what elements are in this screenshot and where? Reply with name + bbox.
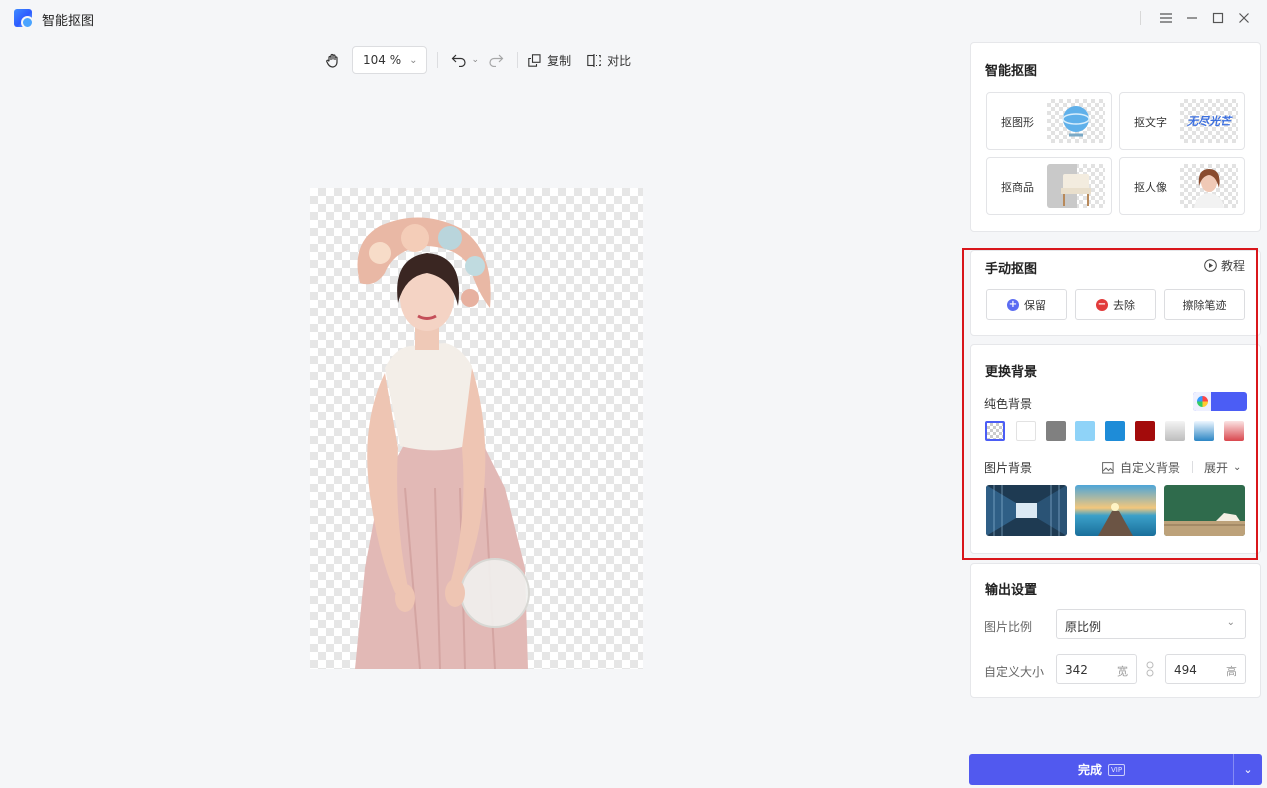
- blue-gradient-swatch[interactable]: [1194, 421, 1214, 441]
- blue-swatch[interactable]: [1105, 421, 1125, 441]
- ratio-select[interactable]: 原比例 ⌄: [1056, 609, 1246, 639]
- expand-button[interactable]: 展开 ⌄: [1204, 459, 1241, 476]
- app-title: 智能抠图: [42, 14, 95, 29]
- copy-button[interactable]: 复制: [528, 52, 571, 69]
- menu-icon[interactable]: [1153, 8, 1179, 28]
- redo-icon[interactable]: [485, 49, 507, 71]
- manual-cutout-title: 手动抠图: [985, 262, 1038, 277]
- chevron-down-icon: ⌄: [409, 54, 418, 66]
- height-unit: 高: [1226, 665, 1237, 678]
- transparent-swatch[interactable]: [985, 421, 1005, 441]
- compare-label: 对比: [607, 53, 632, 68]
- divider: [436, 52, 438, 68]
- done-main[interactable]: 完成 VIP: [969, 754, 1234, 785]
- erase-label: 擦除笔迹: [1182, 298, 1227, 312]
- tool-label: 抠文字: [1134, 116, 1167, 129]
- undo-icon[interactable]: [448, 49, 470, 71]
- cutout-portrait-tile[interactable]: 抠人像: [1119, 157, 1245, 215]
- cutout-canvas[interactable]: [310, 188, 643, 669]
- white-swatch[interactable]: [1016, 421, 1036, 441]
- custom-bg-label: 自定义背景: [1120, 461, 1181, 475]
- title-bar: 智能抠图: [0, 0, 1267, 36]
- tutorial-label: 教程: [1221, 259, 1246, 273]
- canvas-toolbar: 104 % ⌄ ⌄ 复制 对比: [322, 46, 647, 74]
- zoom-value: 104 %: [363, 53, 402, 67]
- cutout-portrait-image: [355, 217, 530, 669]
- compare-button[interactable]: 对比: [587, 52, 631, 69]
- bg-option-corridor[interactable]: [986, 485, 1067, 536]
- globe-image: [1047, 99, 1105, 143]
- color-picker-button[interactable]: [1193, 392, 1247, 411]
- link-ratio-icon[interactable]: [1145, 661, 1155, 680]
- done-label: 完成: [1077, 763, 1102, 777]
- image-add-icon: [1102, 461, 1114, 474]
- image-bg-label: 图片背景: [984, 461, 1033, 475]
- minimize-icon[interactable]: [1179, 8, 1205, 28]
- text-preview: 无尽光芒: [1187, 115, 1231, 128]
- cutout-text-tile[interactable]: 抠文字 无尽光芒: [1119, 92, 1245, 150]
- remove-button[interactable]: − 去除: [1075, 289, 1156, 320]
- background-title: 更换背景: [985, 365, 1038, 380]
- width-value: 342: [1065, 663, 1088, 677]
- copy-label: 复制: [547, 53, 572, 68]
- maximize-icon[interactable]: [1205, 8, 1231, 28]
- width-unit: 宽: [1117, 665, 1128, 678]
- minus-circle-icon: −: [1096, 298, 1108, 311]
- tool-label: 抠商品: [1001, 181, 1034, 194]
- plus-circle-icon: +: [1007, 298, 1019, 311]
- bg-option-pier[interactable]: [1075, 485, 1156, 536]
- keep-button[interactable]: + 保留: [986, 289, 1067, 320]
- divider: [517, 52, 519, 68]
- close-icon[interactable]: [1231, 8, 1257, 28]
- window-controls: [1140, 8, 1257, 28]
- hand-pan-icon[interactable]: [322, 49, 344, 71]
- zoom-select[interactable]: 104 % ⌄: [352, 46, 427, 74]
- portrait-image: [1180, 164, 1238, 208]
- output-title: 输出设置: [985, 583, 1038, 598]
- color-wheel-icon: [1197, 396, 1208, 407]
- chair-image: [1047, 164, 1105, 208]
- remove-label: 去除: [1113, 298, 1135, 312]
- gray-gradient-swatch[interactable]: [1165, 421, 1185, 441]
- gray-swatch[interactable]: [1046, 421, 1066, 441]
- expand-label: 展开: [1204, 461, 1229, 475]
- ratio-label: 图片比例: [984, 620, 1033, 634]
- copy-icon: [528, 53, 541, 67]
- size-label: 自定义大小: [984, 665, 1045, 679]
- bg-option-chalkboard[interactable]: [1164, 485, 1245, 536]
- tool-label: 抠图形: [1001, 116, 1034, 129]
- divider: [1192, 461, 1193, 473]
- ratio-value: 原比例: [1065, 620, 1102, 634]
- smart-cutout-title: 智能抠图: [985, 64, 1038, 79]
- width-input[interactable]: 342 宽: [1056, 654, 1137, 684]
- solid-bg-label: 纯色背景: [984, 397, 1033, 411]
- tutorial-link[interactable]: 教程: [1204, 257, 1245, 274]
- play-circle-icon: [1204, 259, 1217, 272]
- tool-label: 抠人像: [1134, 181, 1167, 194]
- vip-badge: VIP: [1107, 763, 1126, 776]
- divider: [1140, 11, 1141, 25]
- cutout-shape-tile[interactable]: 抠图形: [986, 92, 1112, 150]
- cutout-product-tile[interactable]: 抠商品: [986, 157, 1112, 215]
- erase-strokes-button[interactable]: 擦除笔迹: [1164, 289, 1245, 320]
- light-blue-swatch[interactable]: [1075, 421, 1095, 441]
- text-image: 无尽光芒: [1180, 99, 1238, 143]
- compare-icon: [587, 53, 601, 67]
- chevron-down-icon: ⌄: [1226, 617, 1235, 628]
- app-logo-icon: [14, 9, 34, 29]
- chevron-down-icon[interactable]: ⌄: [1234, 754, 1262, 785]
- height-input[interactable]: 494 高: [1165, 654, 1246, 684]
- done-button[interactable]: 完成 VIP ⌄: [969, 754, 1262, 785]
- custom-bg-button[interactable]: 自定义背景: [1102, 459, 1180, 476]
- chevron-down-icon: ⌄: [1233, 462, 1242, 473]
- undo-history-chevron-icon[interactable]: ⌄: [472, 55, 480, 65]
- keep-label: 保留: [1024, 298, 1046, 312]
- height-value: 494: [1174, 663, 1197, 677]
- dark-red-swatch[interactable]: [1135, 421, 1155, 441]
- red-gradient-swatch[interactable]: [1224, 421, 1244, 441]
